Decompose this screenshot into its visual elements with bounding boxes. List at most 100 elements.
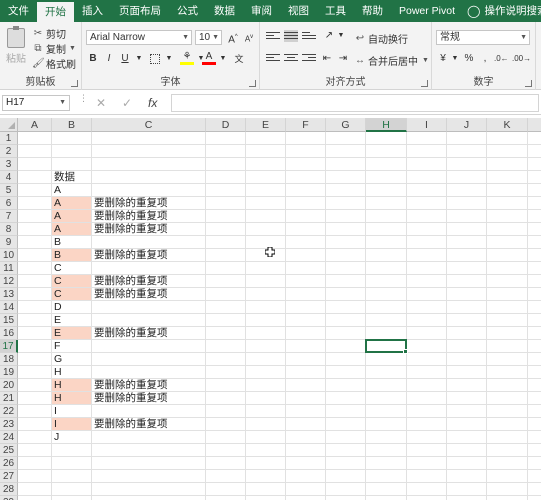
cell[interactable] [487, 366, 528, 379]
alignment-launcher-icon[interactable] [421, 80, 428, 87]
row-header[interactable]: 8 [0, 223, 18, 236]
cell-b[interactable] [52, 457, 92, 470]
cell[interactable] [447, 470, 487, 483]
cell-b[interactable]: D [52, 301, 92, 314]
cell[interactable] [366, 457, 407, 470]
menu-tab[interactable]: 页面布局 [111, 0, 169, 22]
cell[interactable] [246, 262, 286, 275]
column-header-k[interactable]: K [487, 118, 528, 132]
cell[interactable] [447, 158, 487, 171]
cell[interactable] [487, 431, 528, 444]
row-header[interactable]: 6 [0, 197, 18, 210]
cell[interactable] [18, 210, 52, 223]
cell[interactable] [487, 210, 528, 223]
cell[interactable] [447, 210, 487, 223]
cell[interactable] [206, 223, 246, 236]
column-header-g[interactable]: G [326, 118, 366, 132]
cell[interactable] [18, 275, 52, 288]
cell[interactable] [326, 366, 366, 379]
cell[interactable] [286, 444, 326, 457]
increase-decimal-icon[interactable]: .0← [494, 52, 509, 66]
menu-tab[interactable]: 帮助 [354, 0, 391, 22]
row-header[interactable]: 16 [0, 327, 18, 340]
cell[interactable] [447, 288, 487, 301]
cell[interactable] [18, 132, 52, 145]
cell[interactable] [286, 379, 326, 392]
cell[interactable] [206, 457, 246, 470]
enter-icon[interactable]: ✓ [122, 95, 132, 111]
cell[interactable] [407, 158, 447, 171]
cell[interactable] [447, 379, 487, 392]
comma-button[interactable]: , [478, 52, 492, 66]
cell[interactable] [487, 301, 528, 314]
cell[interactable] [487, 288, 528, 301]
cell[interactable] [18, 171, 52, 184]
accounting-dropdown[interactable]: ▼ [448, 52, 462, 66]
select-all-button[interactable] [0, 118, 18, 132]
cell[interactable] [528, 210, 541, 223]
cell[interactable] [528, 457, 541, 470]
cell[interactable] [246, 366, 286, 379]
cell[interactable] [407, 418, 447, 431]
cell[interactable] [326, 418, 366, 431]
cell[interactable] [18, 314, 52, 327]
cell-c[interactable] [92, 262, 206, 275]
cell[interactable] [206, 470, 246, 483]
align-right-icon[interactable] [302, 52, 316, 64]
cell[interactable] [366, 158, 407, 171]
cell[interactable] [407, 327, 447, 340]
menu-tab[interactable]: 公式 [169, 0, 206, 22]
row-header[interactable]: 25 [0, 444, 18, 457]
cell[interactable] [447, 340, 487, 353]
cell[interactable] [18, 288, 52, 301]
cell[interactable] [18, 457, 52, 470]
menu-tab[interactable]: 数据 [206, 0, 243, 22]
lightbulb-icon[interactable]: ◯ [463, 0, 480, 22]
cancel-icon[interactable]: ✕ [96, 95, 106, 111]
cell[interactable] [407, 145, 447, 158]
cell[interactable] [246, 197, 286, 210]
cell-b[interactable]: H [52, 379, 92, 392]
cell[interactable] [206, 184, 246, 197]
cell[interactable] [206, 210, 246, 223]
cell[interactable] [206, 197, 246, 210]
cell[interactable] [206, 275, 246, 288]
cell[interactable] [407, 314, 447, 327]
cell[interactable] [487, 496, 528, 500]
cell-c[interactable] [92, 457, 206, 470]
cell[interactable] [487, 327, 528, 340]
cell[interactable] [366, 132, 407, 145]
cell[interactable] [447, 444, 487, 457]
cell[interactable] [18, 249, 52, 262]
cell[interactable] [246, 392, 286, 405]
active-cell-outline[interactable] [365, 339, 408, 354]
cell[interactable] [487, 444, 528, 457]
cell[interactable] [326, 288, 366, 301]
cell[interactable] [528, 366, 541, 379]
cell[interactable] [447, 249, 487, 262]
cell-b[interactable]: C [52, 275, 92, 288]
cell[interactable] [286, 431, 326, 444]
cell[interactable] [286, 483, 326, 496]
align-center-icon[interactable] [284, 52, 298, 64]
cell[interactable] [407, 366, 447, 379]
cell[interactable] [18, 483, 52, 496]
cell[interactable] [366, 418, 407, 431]
cell[interactable] [206, 314, 246, 327]
cell[interactable] [206, 301, 246, 314]
cell-c[interactable] [92, 340, 206, 353]
cell[interactable] [18, 444, 52, 457]
cell[interactable] [326, 483, 366, 496]
cell[interactable] [206, 418, 246, 431]
cell[interactable] [286, 457, 326, 470]
cell[interactable] [206, 483, 246, 496]
cell-c[interactable] [92, 314, 206, 327]
cell[interactable] [528, 223, 541, 236]
cell[interactable] [487, 171, 528, 184]
clipboard-launcher-icon[interactable] [71, 80, 78, 87]
cell-b[interactable]: C [52, 288, 92, 301]
row-header[interactable]: 7 [0, 210, 18, 223]
cell[interactable] [246, 470, 286, 483]
cell[interactable] [18, 145, 52, 158]
cell[interactable] [407, 392, 447, 405]
